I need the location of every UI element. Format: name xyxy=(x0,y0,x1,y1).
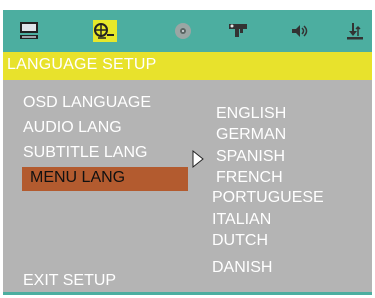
option-italian[interactable]: ITALIAN xyxy=(212,211,271,229)
option-spanish[interactable]: SPANISH xyxy=(216,148,285,166)
video-icon[interactable] xyxy=(227,20,251,42)
speaker-icon[interactable] xyxy=(288,20,312,42)
menu-item-audio-lang[interactable]: AUDIO LANG xyxy=(23,119,122,137)
exit-setup-button[interactable]: EXIT SETUP xyxy=(23,272,116,290)
title-bar: LANGUAGE SETUP xyxy=(3,52,372,80)
settings-body: OSD LANGUAGE AUDIO LANG SUBTITLE LANG ME… xyxy=(3,80,372,292)
menu-item-menu-lang-label: MENU LANG xyxy=(30,169,126,186)
option-dutch[interactable]: DUTCH xyxy=(212,232,268,250)
download-icon[interactable] xyxy=(343,20,367,42)
option-portuguese[interactable]: PORTUGUESE xyxy=(212,189,324,207)
setup-panel: LANGUAGE SETUP OSD LANGUAGE AUDIO LANG S… xyxy=(3,10,372,295)
monitor-icon[interactable] xyxy=(17,20,41,42)
toolbar xyxy=(3,10,372,52)
option-danish[interactable]: DANISH xyxy=(212,259,272,277)
language-icon[interactable] xyxy=(93,20,117,42)
option-french[interactable]: FRENCH xyxy=(216,169,283,187)
footer-bar xyxy=(3,292,372,295)
option-english[interactable]: ENGLISH xyxy=(216,105,286,123)
disc-icon[interactable] xyxy=(171,20,195,42)
menu-item-osd-language[interactable]: OSD LANGUAGE xyxy=(23,94,151,112)
menu-item-menu-lang[interactable]: MENU LANG xyxy=(22,167,188,191)
submenu-arrow-icon xyxy=(192,149,204,169)
page-title: LANGUAGE SETUP xyxy=(7,56,157,73)
option-german[interactable]: GERMAN xyxy=(216,126,286,144)
menu-item-subtitle-lang[interactable]: SUBTITLE LANG xyxy=(23,144,147,162)
